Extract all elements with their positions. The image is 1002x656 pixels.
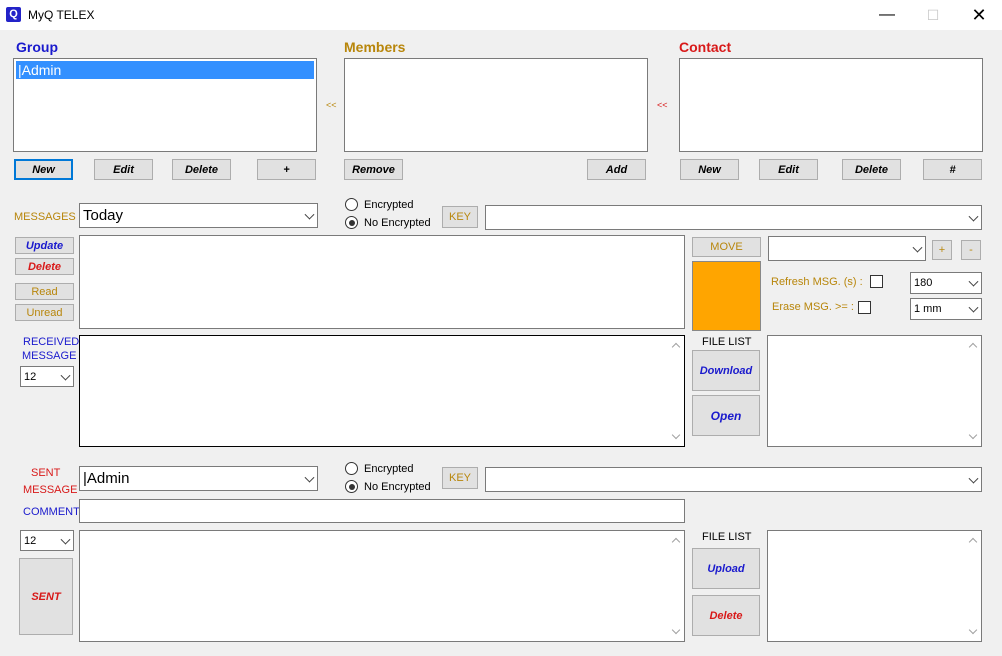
chevron-down-icon xyxy=(60,370,71,381)
sent-files-scrollbar[interactable] xyxy=(965,531,981,641)
erase-checkbox[interactable] xyxy=(858,301,871,314)
messages-filter-select[interactable]: Today xyxy=(79,203,318,228)
move-target-select[interactable] xyxy=(768,236,926,261)
sent-delete-button[interactable]: Delete xyxy=(692,595,760,636)
received-label-line1: RECEIVED xyxy=(23,336,80,348)
group-list[interactable]: |Admin xyxy=(13,58,317,152)
move-button[interactable]: MOVE xyxy=(692,237,761,257)
title-bar xyxy=(0,0,1002,30)
window-title: MyQ TELEX xyxy=(28,8,95,22)
comment-label: COMMENT xyxy=(23,506,80,518)
comment-input[interactable] xyxy=(79,499,685,523)
erase-age-value: 1 mm xyxy=(914,303,942,315)
received-file-list[interactable] xyxy=(767,335,982,447)
group-new-button[interactable]: New xyxy=(14,159,73,180)
update-button[interactable]: Update xyxy=(15,237,74,254)
refresh-checkbox[interactable] xyxy=(870,275,883,288)
open-button[interactable]: Open xyxy=(692,395,760,436)
members-header: Members xyxy=(344,39,406,55)
group-list-item[interactable]: |Admin xyxy=(16,61,314,79)
sent-recipient-value: |Admin xyxy=(83,470,130,487)
group-delete-button[interactable]: Delete xyxy=(172,159,231,180)
sent-encrypted-label: Encrypted xyxy=(364,463,414,475)
contact-edit-button[interactable]: Edit xyxy=(759,159,818,180)
contact-header: Contact xyxy=(679,39,732,55)
sent-font-size-value: 12 xyxy=(24,534,37,547)
unread-button[interactable]: Unread xyxy=(15,304,74,321)
contact-hash-button[interactable]: # xyxy=(923,159,982,180)
app-logo-icon: Q xyxy=(6,7,21,22)
received-font-size-select[interactable]: 12 xyxy=(20,366,74,387)
messages-no-encrypted-label: No Encrypted xyxy=(364,217,431,229)
refresh-interval-select[interactable]: 180 xyxy=(910,272,982,294)
received-label-line2: MESSAGE xyxy=(22,350,77,362)
erase-label: Erase MSG. >= : xyxy=(772,301,854,313)
chevron-down-icon xyxy=(60,534,71,545)
sent-no-encrypted-label: No Encrypted xyxy=(364,481,431,493)
refresh-label: Refresh MSG. (s) : xyxy=(771,276,863,288)
received-font-size-value: 12 xyxy=(24,370,37,383)
contact-list[interactable] xyxy=(679,58,983,152)
chevron-down-icon xyxy=(912,242,923,253)
members-list[interactable] xyxy=(344,58,648,152)
messages-list[interactable] xyxy=(79,235,685,329)
chevron-down-icon xyxy=(968,302,979,313)
status-indicator xyxy=(692,261,761,331)
messages-key-select[interactable] xyxy=(485,205,982,230)
received-file-list-label: FILE LIST xyxy=(702,336,752,348)
sent-key-button[interactable]: KEY xyxy=(442,467,478,489)
sent-font-size-select[interactable]: 12 xyxy=(20,530,74,551)
contact-new-button[interactable]: New xyxy=(680,159,739,180)
received-files-scrollbar[interactable] xyxy=(965,336,981,446)
refresh-interval-value: 180 xyxy=(914,277,933,289)
sent-key-select[interactable] xyxy=(485,467,982,492)
members-add-button[interactable]: Add xyxy=(587,159,646,180)
messages-no-encrypted-radio[interactable] xyxy=(345,216,358,229)
received-message-area[interactable] xyxy=(79,335,685,447)
messages-delete-button[interactable]: Delete xyxy=(15,258,74,275)
chevron-down-icon xyxy=(304,209,315,220)
received-scrollbar[interactable] xyxy=(668,336,684,446)
messages-encrypted-label: Encrypted xyxy=(364,199,414,211)
messages-encrypted-radio[interactable] xyxy=(345,198,358,211)
chevron-down-icon xyxy=(968,276,979,287)
chevron-down-icon xyxy=(968,211,979,222)
minimize-button[interactable]: — xyxy=(864,0,910,30)
sent-scrollbar[interactable] xyxy=(668,531,684,641)
group-edit-button[interactable]: Edit xyxy=(94,159,153,180)
messages-key-button[interactable]: KEY xyxy=(442,206,478,228)
group-header: Group xyxy=(16,39,58,55)
upload-button[interactable]: Upload xyxy=(692,548,760,589)
sent-button[interactable]: SENT xyxy=(19,558,73,635)
contact-delete-button[interactable]: Delete xyxy=(842,159,901,180)
sent-file-list-label: FILE LIST xyxy=(702,531,752,543)
messages-filter-value: Today xyxy=(83,207,124,224)
download-button[interactable]: Download xyxy=(692,350,760,391)
contact-to-members-arrow[interactable]: << xyxy=(657,100,668,110)
messages-label: MESSAGES xyxy=(14,211,76,223)
sent-recipient-select[interactable]: |Admin xyxy=(79,466,318,491)
group-add-button[interactable]: + xyxy=(257,159,316,180)
members-remove-button[interactable]: Remove xyxy=(344,159,403,180)
sent-no-encrypted-radio[interactable] xyxy=(345,480,358,493)
sent-file-list[interactable] xyxy=(767,530,982,642)
erase-age-select[interactable]: 1 mm xyxy=(910,298,982,320)
plus-button[interactable]: + xyxy=(932,240,952,260)
sent-message-area[interactable] xyxy=(79,530,685,642)
read-button[interactable]: Read xyxy=(15,283,74,300)
close-button[interactable]: ✕ xyxy=(956,0,1002,30)
chevron-down-icon xyxy=(968,473,979,484)
sent-label-line1: SENT xyxy=(31,467,61,479)
sent-label-line2: MESSAGE xyxy=(23,484,78,496)
members-to-group-arrow[interactable]: << xyxy=(326,100,337,110)
minus-button[interactable]: - xyxy=(961,240,981,260)
maximize-button[interactable]: ☐ xyxy=(910,0,956,30)
chevron-down-icon xyxy=(304,472,315,483)
sent-encrypted-radio[interactable] xyxy=(345,462,358,475)
